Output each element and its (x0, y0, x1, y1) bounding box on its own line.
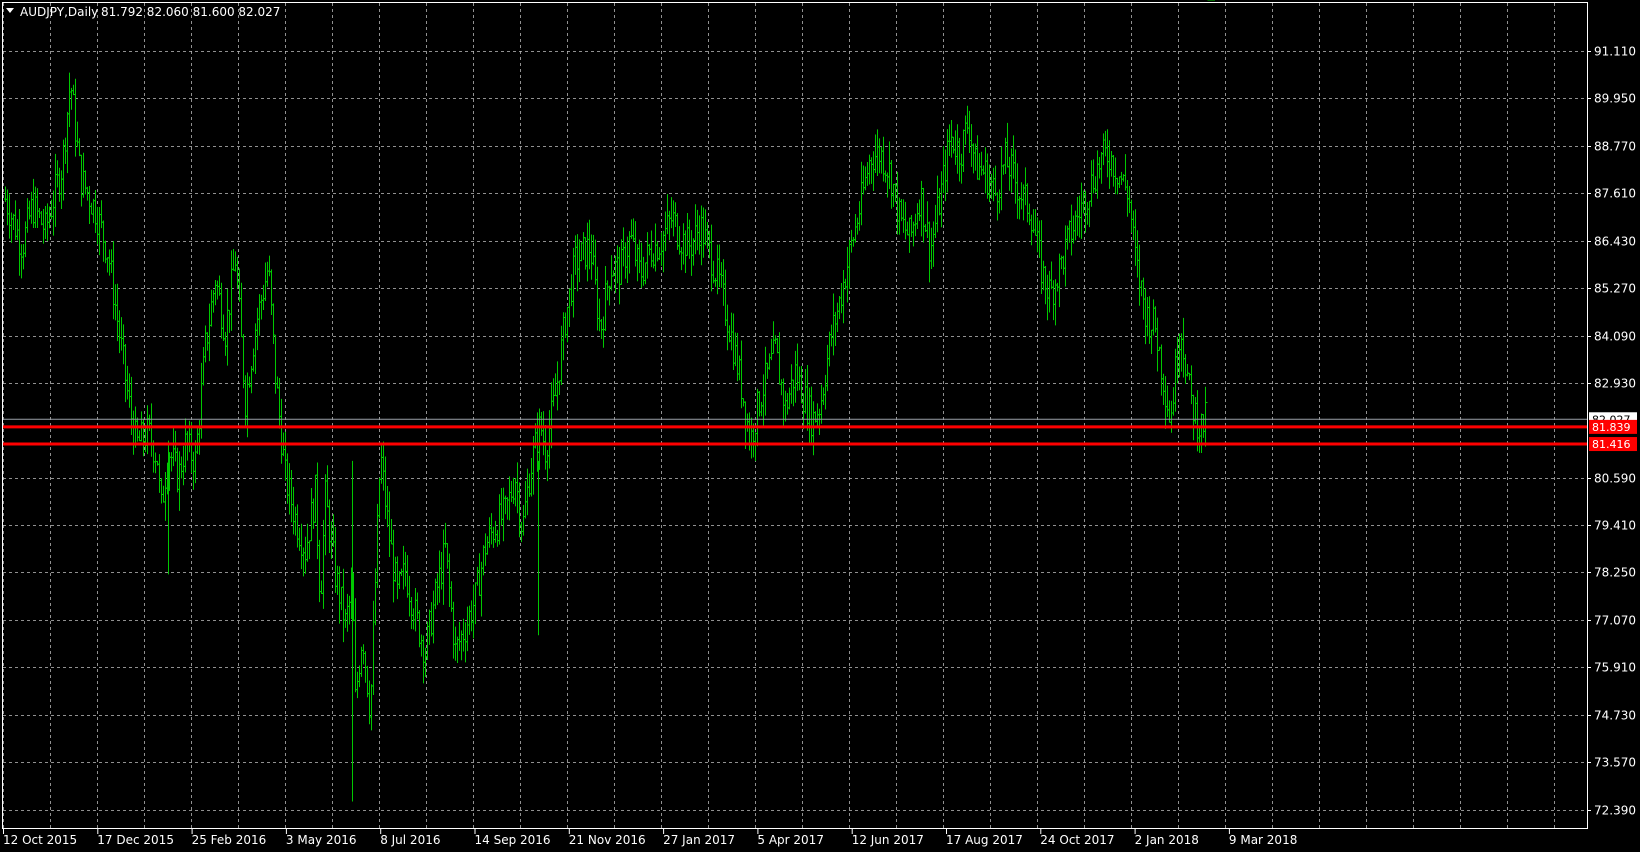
time-axis-label: 17 Dec 2015 (97, 833, 174, 847)
time-axis-label: 14 Sep 2016 (475, 833, 551, 847)
time-axis-label: 5 Apr 2017 (757, 833, 824, 847)
price-axis-label: 82.930 (1594, 377, 1636, 391)
price-axis-label: 91.110 (1594, 45, 1636, 59)
support-price-label: 81.839 (1592, 421, 1631, 434)
price-axis-label: 73.570 (1594, 756, 1636, 770)
time-axis-label: 9 Mar 2018 (1229, 833, 1297, 847)
price-axis-label: 79.410 (1594, 519, 1636, 533)
chart-window[interactable]: 91.110 89.950 88.770 87.610 86.430 85.270 84.0… (0, 0, 1640, 852)
symbol-timeframe-label: AUDJPY,Daily (20, 5, 98, 19)
price-labels: 82.02781.83981.416 (1589, 412, 1637, 452)
price-axis-label: 74.730 (1594, 709, 1636, 723)
price-axis-label: 86.430 (1594, 235, 1636, 249)
price-axis-label: 85.270 (1594, 282, 1636, 296)
time-axis-label: 17 Aug 2017 (946, 833, 1023, 847)
price-axis-label: 87.610 (1594, 187, 1636, 201)
price-axis-label: 88.770 (1594, 140, 1636, 154)
time-axis-label: 21 Nov 2016 (569, 833, 646, 847)
time-axis-label: 3 May 2016 (286, 833, 357, 847)
time-axis-label: 8 Jul 2016 (380, 833, 440, 847)
time-axis-label: 2 Jan 2018 (1135, 833, 1199, 847)
time-axis-label: 12 Jun 2017 (852, 833, 924, 847)
price-chart[interactable]: 91.110 89.950 88.770 87.610 86.430 85.270 84.0… (0, 0, 1640, 852)
price-axis-label: 89.950 (1594, 92, 1636, 106)
price-axis-label: 77.070 (1594, 614, 1636, 628)
price-axis-label: 84.090 (1594, 330, 1636, 344)
price-axis-label: 75.910 (1594, 661, 1636, 675)
ohlc-readout: 81.792 82.060 81.600 82.027 (101, 5, 280, 19)
price-axis-label: 80.590 (1594, 472, 1636, 486)
time-axis-label: 25 Feb 2016 (192, 833, 267, 847)
price-axis-label: 78.250 (1594, 566, 1636, 580)
time-axis-label: 27 Jan 2017 (663, 833, 735, 847)
time-axis-label: 24 Oct 2017 (1040, 833, 1114, 847)
time-axis-label: 12 Oct 2015 (3, 833, 77, 847)
price-axis-label: 72.390 (1594, 804, 1636, 818)
support-price-label: 81.416 (1592, 438, 1631, 451)
